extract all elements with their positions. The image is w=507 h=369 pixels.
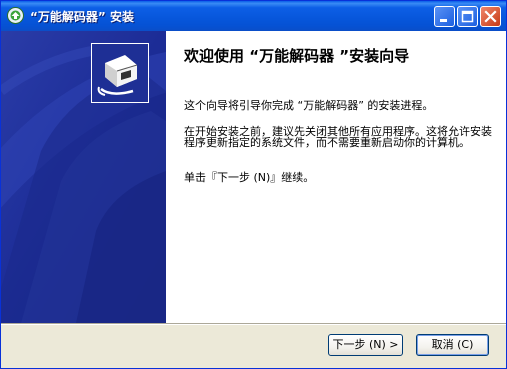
next-button[interactable]: 下一步 (N) > — [328, 334, 403, 356]
welcome-page: 欢迎使用 “万能解码器 ”安装向导 这个向导将引导你完成 “万能解码器” 的安装… — [166, 31, 506, 323]
disc-setup-icon — [7, 7, 24, 24]
maximize-icon — [461, 10, 474, 23]
installer-box-icon — [91, 43, 149, 103]
page-title: 欢迎使用 “万能解码器 ”安装向导 — [184, 47, 410, 65]
wizard-banner — [1, 31, 166, 323]
title-bar[interactable]: “万能解码器” 安装 — [1, 1, 506, 31]
minimize-icon — [440, 19, 447, 22]
continue-instruction: 单击『下一步 (N)』继续。 — [184, 171, 315, 184]
installer-window: “万能解码器” 安装 欢迎使用 “万能解码器 ”安装向导 这个向导将引导你完成 … — [0, 0, 507, 369]
minimize-button[interactable] — [434, 6, 455, 27]
cancel-button[interactable]: 取消 (C) — [416, 334, 489, 356]
window-title: “万能解码器” 安装 — [30, 10, 134, 24]
intro-text: 这个向导将引导你完成 “万能解码器” 的安装进程。 — [184, 99, 434, 112]
maximize-button[interactable] — [457, 6, 478, 27]
close-apps-text: 在开始安装之前，建议先关闭其他所有应用程序。这将允许安装程序更新指定的系统文件，… — [184, 125, 492, 149]
footer-divider — [1, 323, 506, 325]
close-icon — [484, 10, 497, 23]
close-button[interactable] — [480, 6, 501, 27]
